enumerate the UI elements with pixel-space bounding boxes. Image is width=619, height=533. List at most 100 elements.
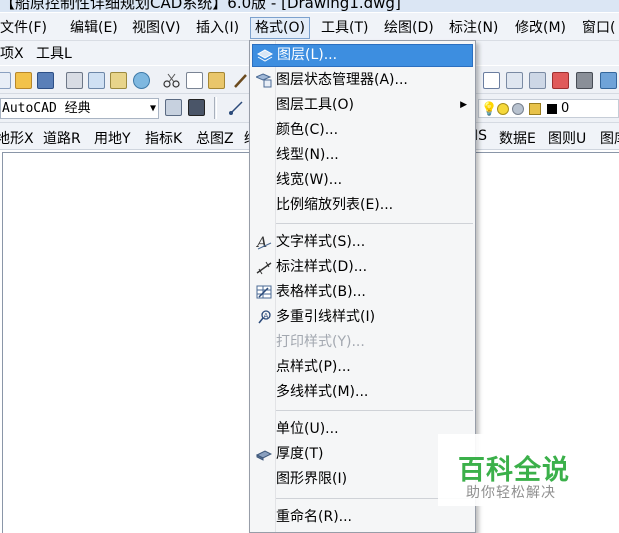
dimension-style-icon: [256, 259, 272, 275]
menu-window[interactable]: 窗口(: [578, 17, 619, 39]
menu-multiline-style[interactable]: 多线样式(M)...: [252, 381, 473, 404]
cmd-terrain[interactable]: 地形X: [0, 128, 34, 148]
paste-icon[interactable]: [208, 72, 225, 89]
print-preview-icon[interactable]: [88, 72, 105, 89]
cmd-library[interactable]: 图库: [600, 128, 619, 148]
menu-layer-state-label: 图层状态管理器(A)...: [276, 72, 408, 88]
freeze-icon: [512, 103, 524, 115]
cmd-landuse[interactable]: 用地Y: [94, 128, 131, 148]
menu-modify[interactable]: 修改(M): [511, 17, 570, 39]
menu-drawing-limits-label: 图形界限(I): [276, 471, 348, 487]
workspace-select[interactable]: AutoCAD 经典 ▼: [0, 98, 159, 119]
menu-separator: [276, 410, 473, 411]
menu-draw[interactable]: 绘图(D): [380, 17, 438, 39]
menu-text-style-label: 文字样式(S)...: [276, 234, 366, 250]
menu-plot-style-label: 打印样式(Y)...: [276, 334, 365, 350]
save-icon[interactable]: [37, 72, 54, 89]
toolbar-separator: [214, 97, 217, 119]
menu-linetype[interactable]: 线型(N)...: [252, 144, 473, 167]
submenu-arrow-icon: ▶: [460, 100, 467, 110]
menu-edit[interactable]: 编辑(E): [66, 17, 122, 39]
layer-state-icon: [254, 72, 272, 88]
menu-item-tools-l[interactable]: 工具L: [36, 43, 72, 63]
menu-point-style-label: 点样式(P)...: [276, 359, 351, 375]
layer-name: 0: [561, 101, 570, 116]
menu-rename[interactable]: 重命名(R)...: [252, 506, 473, 529]
print-icon[interactable]: [66, 72, 83, 89]
menu-color-label: 颜色(C)...: [276, 122, 339, 138]
menu-separator: [276, 223, 473, 224]
svg-text:A: A: [264, 312, 269, 320]
table-icon[interactable]: [483, 72, 500, 89]
menu-scale-list[interactable]: 比例缩放列表(E)...: [252, 194, 473, 217]
cmd-index[interactable]: 指标K: [145, 128, 182, 148]
table-style-icon: [256, 284, 272, 300]
cmd-data[interactable]: 数据E: [499, 128, 536, 148]
menu-item-x[interactable]: 项X: [0, 43, 24, 63]
lock-icon: [529, 103, 541, 115]
menu-dimension[interactable]: 标注(N): [445, 17, 502, 39]
new-file-icon[interactable]: [0, 72, 11, 89]
layers-icon: [256, 48, 274, 64]
menu-linetype-label: 线型(N)...: [276, 147, 339, 163]
menu-file[interactable]: 文件(F): [0, 17, 51, 39]
menu-units-label: 单位(U)...: [276, 421, 339, 437]
menu-table-style[interactable]: 表格样式(B)...: [252, 281, 473, 304]
menu-multileader-style[interactable]: A 多重引线样式(I): [252, 306, 473, 329]
text-style-icon: A: [255, 234, 272, 251]
cmd-regulation[interactable]: 图则U: [548, 128, 586, 148]
menu-tools[interactable]: 工具(T): [317, 17, 372, 39]
menu-thickness-label: 厚度(T): [276, 446, 324, 462]
menu-color[interactable]: 颜色(C)...: [252, 119, 473, 142]
line-tool-icon[interactable]: [228, 99, 245, 116]
tool-palette-icon[interactable]: [552, 72, 569, 89]
menu-lineweight-label: 线宽(W)...: [276, 172, 343, 188]
menu-bar: 文件(F) 编辑(E) 视图(V) 插入(I) 格式(O) 工具(T) 绘图(D…: [0, 13, 619, 41]
publish-icon[interactable]: [110, 72, 127, 89]
properties-icon[interactable]: [506, 72, 523, 89]
window-title: 【船原控制性详细规划CAD系统】6.0版 - [Drawing1.dwg]: [0, 0, 401, 12]
menu-layer-tools-label: 图层工具(O): [276, 97, 354, 113]
copy-icon[interactable]: [186, 72, 203, 89]
cmd-road[interactable]: 道路R: [43, 128, 81, 148]
menu-layer-tools[interactable]: 图层工具(O) ▶: [252, 94, 473, 117]
watermark-subtitle: 助你轻松解决: [466, 485, 556, 501]
menu-lineweight[interactable]: 线宽(W)...: [252, 169, 473, 192]
web-icon[interactable]: [133, 72, 150, 89]
open-folder-icon[interactable]: [15, 72, 32, 89]
menu-multiline-style-label: 多线样式(M)...: [276, 384, 369, 400]
menu-dimension-style[interactable]: 标注样式(D)...: [252, 256, 473, 279]
workspace-select-value: AutoCAD 经典: [2, 101, 91, 116]
bulb-icon: 💡: [481, 102, 498, 117]
menu-scale-list-label: 比例缩放列表(E)...: [276, 197, 394, 213]
thickness-icon: [255, 446, 273, 462]
menu-layer[interactable]: 图层(L)...: [252, 44, 473, 67]
cut-icon[interactable]: [163, 72, 180, 89]
design-center-icon[interactable]: [529, 72, 546, 89]
menu-dimension-style-label: 标注样式(D)...: [276, 259, 368, 275]
multileader-style-icon: A: [256, 309, 272, 325]
workspace-save-icon[interactable]: [188, 99, 205, 116]
menu-format[interactable]: 格式(O): [250, 17, 310, 39]
menu-view[interactable]: 视图(V): [128, 17, 185, 39]
menu-plot-style: 打印样式(Y)...: [252, 331, 473, 354]
layer-control[interactable]: 💡 0: [478, 99, 619, 118]
menu-point-style[interactable]: 点样式(P)...: [252, 356, 473, 379]
calculator-icon[interactable]: [576, 72, 593, 89]
workspace-settings-icon[interactable]: [165, 99, 182, 116]
layer-color-swatch: [547, 104, 557, 114]
cmd-master-plan[interactable]: 总图Z: [196, 128, 234, 148]
watermark: 百科全说 助你轻松解决: [438, 434, 596, 506]
chevron-down-icon: ▼: [149, 103, 156, 114]
match-properties-icon[interactable]: [232, 72, 249, 89]
help-icon[interactable]: [600, 72, 617, 89]
menu-layer-state-manager[interactable]: 图层状态管理器(A)...: [252, 69, 473, 92]
menu-insert[interactable]: 插入(I): [192, 17, 243, 39]
menu-rename-label: 重命名(R)...: [276, 509, 353, 525]
sun-icon: [497, 103, 509, 115]
menu-text-style[interactable]: A 文字样式(S)...: [252, 231, 473, 254]
menu-layer-label: 图层(L)...: [277, 47, 338, 63]
title-bar: 【船原控制性详细规划CAD系统】6.0版 - [Drawing1.dwg]: [0, 0, 619, 12]
menu-multileader-style-label: 多重引线样式(I): [276, 309, 376, 325]
menu-table-style-label: 表格样式(B)...: [276, 284, 366, 300]
